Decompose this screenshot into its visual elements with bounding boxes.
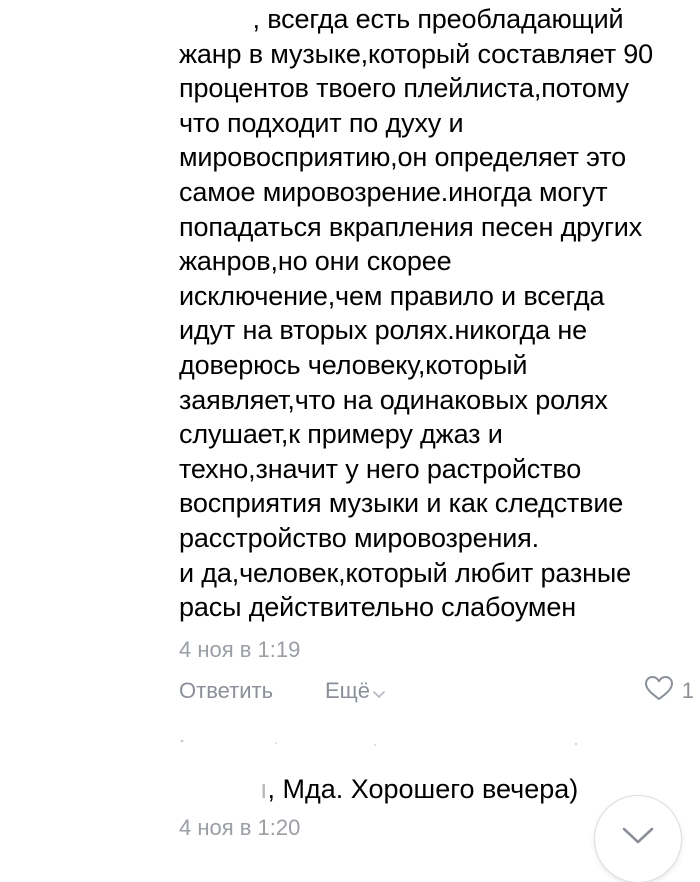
comment-line: техно,значит у него растройство: [179, 453, 582, 484]
comment-line: расстройство мировозрения.: [179, 522, 539, 553]
comment-line: расы действительно слабоумен: [179, 592, 576, 623]
next-reply-actions-clipped: [179, 853, 479, 860]
reply-message: , Мда. Хорошего вечера): [267, 774, 579, 804]
comment-line: жанр в музыке,который составляет 90: [179, 38, 654, 69]
comment-line: самое мировозрение.иногда могут: [179, 176, 608, 207]
comment-first-line-text: , всегда есть преобладающий: [252, 4, 624, 34]
chevron-down-icon: [372, 677, 386, 707]
reply-timestamp[interactable]: 4 ноя в 1:20: [179, 815, 300, 841]
chevron-down-icon: [621, 796, 655, 851]
comment-line: слушает,к примеру джаз и: [179, 419, 503, 450]
comment-actions: Ответить Ещё 1: [179, 676, 694, 706]
comment-line: доверюсь человеку,который: [179, 349, 528, 380]
scroll-down-button[interactable]: [595, 796, 681, 882]
comment-timestamp[interactable]: 4 ноя в 1:19: [179, 637, 300, 663]
comment-line: и да,человек,который любит разные: [179, 557, 632, 588]
comment-line: восприятия музыки и как следствие: [179, 488, 624, 519]
comment-line: исключение,чем правило и всегда: [179, 280, 605, 311]
comment-line: мировосприятию,он определяет это: [179, 142, 626, 173]
reply-author-header: [180, 736, 580, 750]
comment-author-name[interactable]: [179, 4, 253, 34]
comment-line: что подходит по духу и: [179, 107, 464, 138]
more-button[interactable]: Ещё: [325, 676, 386, 707]
comment-line: попадаться вкрапления песен других: [179, 211, 643, 242]
like-button[interactable]: 1: [644, 676, 694, 706]
comment-line: процентов твоего плейлиста,потому: [179, 73, 629, 104]
comment-line: заявляет,что на одинаковых ролях: [179, 384, 608, 415]
comment-first-line: , всегда есть преобладающий: [179, 2, 694, 37]
reply-text: ı, Мда. Хорошего вечера): [260, 772, 578, 806]
comment-line: идут на вторых ролях.никогда не: [179, 315, 588, 346]
more-button-label: Ещё: [325, 678, 371, 703]
reply-button[interactable]: Ответить: [179, 676, 273, 706]
heart-icon: [644, 675, 674, 707]
reply-author-name[interactable]: ı: [260, 774, 268, 804]
comment-text: , всегда есть преобладающий жанр в музык…: [179, 2, 694, 625]
comment-line: жанров,но они скорее: [179, 246, 452, 277]
like-count: 1: [681, 678, 694, 703]
